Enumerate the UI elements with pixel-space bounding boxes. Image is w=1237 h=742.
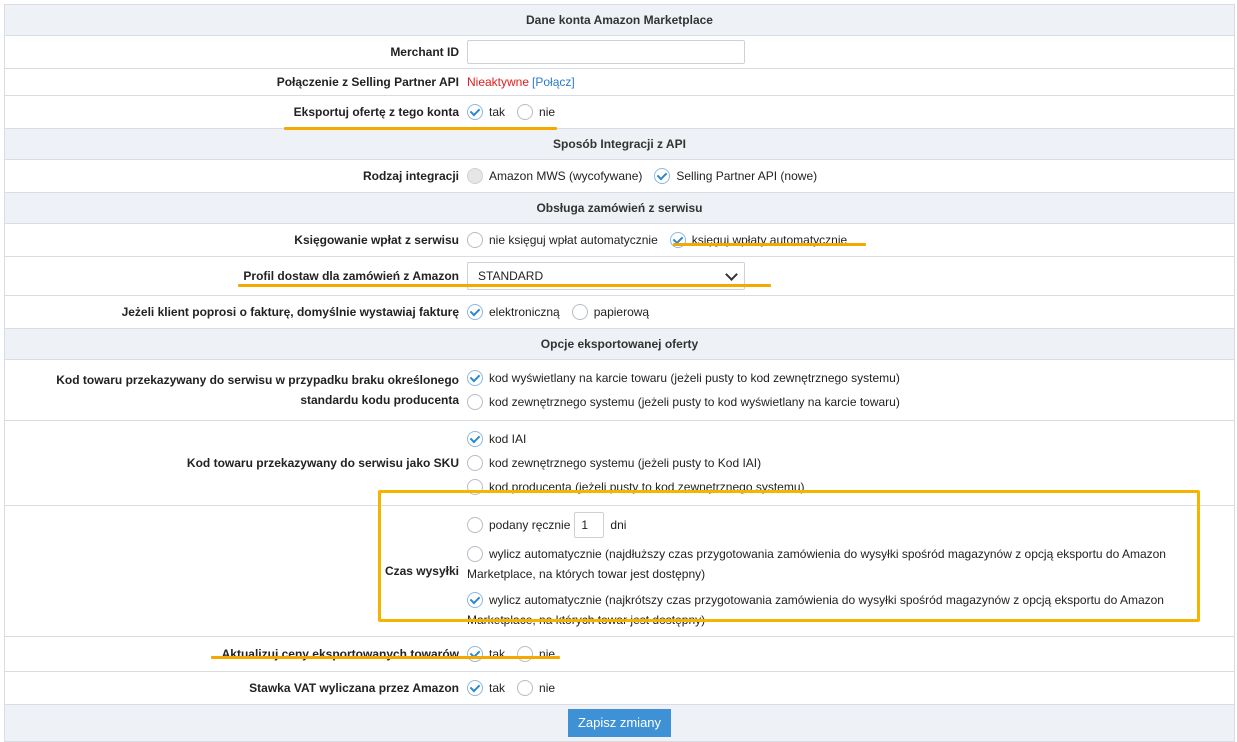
radio-checked-icon[interactable] — [654, 168, 671, 184]
merchant-id-row: Merchant ID — [5, 36, 1234, 69]
radio-icon[interactable] — [467, 455, 483, 471]
option-label: nie — [539, 681, 556, 695]
radio-disabled-icon — [467, 168, 483, 184]
highlight-underline — [673, 243, 866, 246]
radio-checked-icon[interactable] — [467, 370, 483, 386]
vat-yes-option[interactable]: tak — [467, 678, 505, 698]
option-label: nie — [539, 105, 556, 119]
update-prices-label: Aktualizuj ceny eksportowanych towarów — [221, 647, 459, 661]
radio-icon[interactable] — [517, 646, 534, 662]
product-code-row: Kod towaru przekazywany do serwisu w prz… — [5, 360, 1234, 421]
update-prices-yes-option[interactable]: tak — [467, 644, 505, 664]
product-code-label-text: Kod towaru przekazywany do serwisu w prz… — [56, 373, 459, 407]
integration-mws-option: Amazon MWS (wycofywane) — [467, 166, 642, 186]
invoice-electronic-option[interactable]: elektroniczną — [467, 302, 560, 322]
merchant-id-input[interactable] — [467, 40, 745, 64]
spapi-connection-label: Połączenie z Selling Partner API — [276, 75, 459, 89]
export-offer-no-option[interactable]: nie — [517, 102, 555, 122]
radio-icon[interactable] — [517, 104, 534, 120]
invoice-label: Jeżeli klient poprosi o fakturę, domyśln… — [121, 305, 459, 319]
option-label: Amazon MWS (wycofywane) — [489, 169, 643, 183]
option-label: tak — [489, 681, 506, 695]
highlight-underline — [284, 127, 557, 130]
highlight-underline — [238, 284, 771, 287]
update-prices-no-option[interactable]: nie — [517, 644, 555, 664]
export-offer-row: Eksportuj ofertę z tego konta tak nie — [5, 96, 1234, 129]
option-label: papierową — [593, 305, 650, 319]
option-label: kod zewnętrznego systemu (jeżeli pusty t… — [489, 395, 900, 409]
radio-icon[interactable] — [467, 394, 483, 410]
option-label: kod IAI — [489, 432, 527, 446]
sku-option-1[interactable]: kod IAI — [467, 429, 526, 449]
integration-type-row: Rodzaj integracji Amazon MWS (wycofywane… — [5, 160, 1234, 193]
option-label: tak — [489, 105, 506, 119]
select-value: STANDARD — [478, 269, 544, 283]
payments-label: Księgowanie wpłat z serwisu — [294, 233, 459, 247]
export-offer-label: Eksportuj ofertę z tego konta — [293, 105, 459, 119]
section-header-orders: Obsługa zamówień z serwisu — [5, 193, 1234, 224]
export-offer-yes-option[interactable]: tak — [467, 102, 505, 122]
option-label: kod wyświetlany na karcie towaru (jeżeli… — [489, 371, 900, 385]
sku-option-2[interactable]: kod zewnętrznego systemu (jeżeli pusty t… — [467, 453, 761, 473]
spapi-status: Nieaktywne — [467, 75, 530, 89]
section-header-export: Opcje eksportowanej oferty — [5, 329, 1234, 360]
radio-icon[interactable] — [571, 304, 588, 320]
chevron-down-icon — [725, 267, 738, 281]
radio-checked-icon[interactable] — [467, 431, 483, 447]
option-label: elektroniczną — [489, 305, 560, 319]
amazon-settings-panel: Dane konta Amazon Marketplace Merchant I… — [4, 4, 1235, 742]
vat-label: Stawka VAT wyliczana przez Amazon — [249, 681, 459, 695]
vat-no-option[interactable]: nie — [517, 678, 555, 698]
section-header-account: Dane konta Amazon Marketplace — [5, 5, 1234, 36]
payments-auto-option[interactable]: księguj wpłaty automatycznie — [669, 230, 848, 250]
connect-link[interactable]: [Połącz] — [532, 75, 575, 89]
payments-manual-option[interactable]: nie księguj wpłat automatycznie — [467, 230, 658, 250]
update-prices-row: Aktualizuj ceny eksportowanych towarów t… — [5, 637, 1234, 672]
save-button[interactable]: Zapisz zmiany — [567, 709, 672, 737]
highlight-box — [378, 490, 1200, 622]
option-label: nie księguj wpłat automatycznie — [489, 233, 658, 247]
option-label: tak — [489, 647, 506, 661]
option-label: kod zewnętrznego systemu (jeżeli pusty t… — [489, 456, 762, 470]
product-code-label: Kod towaru przekazywany do serwisu w prz… — [5, 360, 459, 420]
delivery-profile-label: Profil dostaw dla zamówień z Amazon — [243, 269, 459, 283]
merchant-id-label: Merchant ID — [390, 45, 459, 59]
spapi-connection-row: Połączenie z Selling Partner API Nieakty… — [5, 69, 1234, 96]
product-code-option-2[interactable]: kod zewnętrznego systemu (jeżeli pusty t… — [467, 392, 900, 412]
radio-icon[interactable] — [517, 680, 534, 696]
highlight-underline — [211, 656, 560, 659]
integration-type-label: Rodzaj integracji — [362, 169, 459, 183]
delivery-profile-row: Profil dostaw dla zamówień z Amazon STAN… — [5, 257, 1234, 296]
section-header-api: Sposób Integracji z API — [5, 129, 1234, 160]
payments-row: Księgowanie wpłat z serwisu nie księguj … — [5, 224, 1234, 257]
radio-checked-icon[interactable] — [467, 680, 483, 696]
product-code-option-1[interactable]: kod wyświetlany na karcie towaru (jeżeli… — [467, 368, 900, 388]
option-label: księguj wpłaty automatycznie — [691, 233, 848, 247]
integration-sp-option[interactable]: Selling Partner API (nowe) — [654, 166, 817, 186]
invoice-paper-option[interactable]: papierową — [571, 302, 650, 322]
radio-checked-icon[interactable] — [467, 304, 483, 320]
radio-checked-icon[interactable] — [467, 104, 483, 120]
option-label: nie — [539, 647, 556, 661]
vat-row: Stawka VAT wyliczana przez Amazon tak ni… — [5, 672, 1234, 705]
invoice-row: Jeżeli klient poprosi o fakturę, domyśln… — [5, 296, 1234, 329]
radio-checked-icon[interactable] — [467, 646, 483, 662]
radio-icon[interactable] — [467, 232, 483, 248]
option-label: Selling Partner API (nowe) — [676, 169, 818, 183]
form-footer: Zapisz zmiany — [5, 705, 1234, 741]
